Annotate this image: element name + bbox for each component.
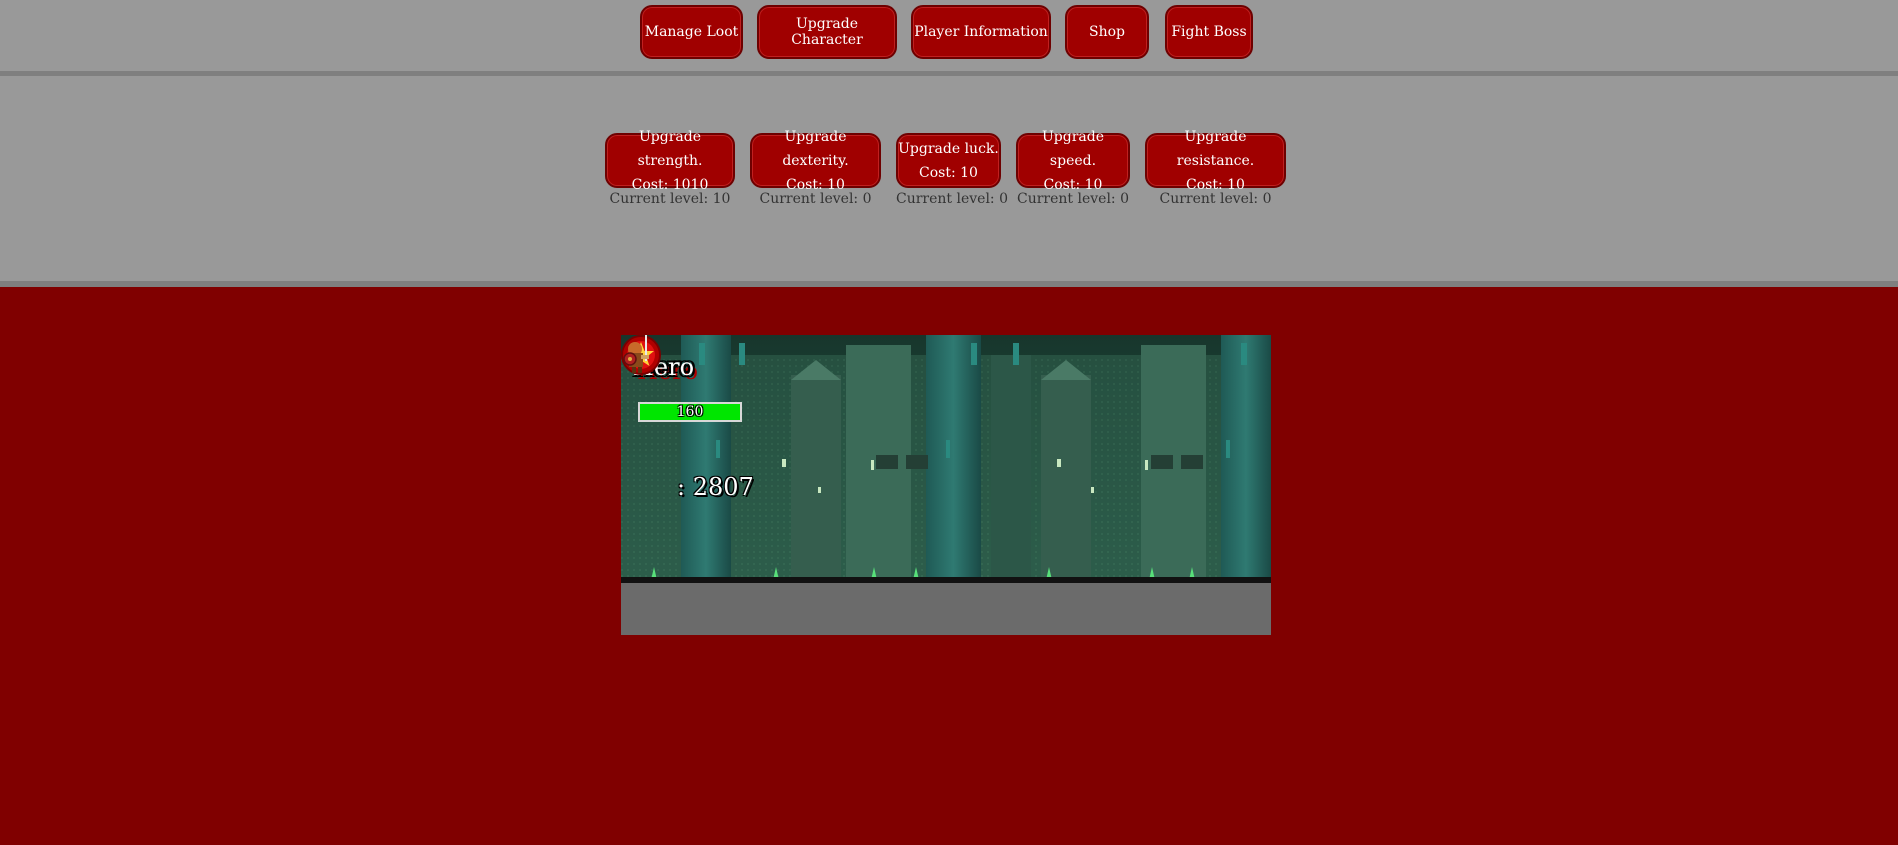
knight-sprite-icon xyxy=(623,335,649,373)
manage-loot-button[interactable]: Manage Loot xyxy=(640,5,743,59)
upgrade-strength: Upgrade strength. Cost: 1010 Current lev… xyxy=(605,129,735,207)
upgrade-cost: Cost: 10 xyxy=(1186,176,1245,193)
shop-button[interactable]: Shop xyxy=(1065,5,1149,59)
upgrade-character-button[interactable]: Upgrade Character xyxy=(757,5,897,59)
upgrade-speed-button[interactable]: Upgrade speed. Cost: 10 xyxy=(1016,129,1130,193)
upgrade-speed: Upgrade speed. Cost: 10 Current level: 0 xyxy=(1016,129,1130,207)
upgrade-luck-button[interactable]: Upgrade luck. Cost: 10 xyxy=(896,133,1001,188)
game-canvas[interactable]: Hero 160 : 2807 xyxy=(621,335,1271,635)
player-information-button[interactable]: Player Information xyxy=(911,5,1051,59)
upgrade-panel: Upgrade strength. Cost: 1010 Current lev… xyxy=(0,76,1898,287)
upgrade-resistance: Upgrade resistance. Cost: 10 Current lev… xyxy=(1145,129,1286,207)
upgrade-luck: Upgrade luck. Cost: 10 Current level: 0 xyxy=(896,133,1008,207)
upgrade-dexterity: Upgrade dexterity. Cost: 10 Current leve… xyxy=(750,129,881,207)
upgrade-title: Upgrade speed. xyxy=(1041,128,1104,169)
top-nav: Manage Loot Upgrade Character Player Inf… xyxy=(0,0,1898,76)
upgrade-title: Upgrade resistance. xyxy=(1176,128,1255,169)
upgrade-title: Upgrade luck. xyxy=(898,140,999,157)
upgrade-level: Current level: 0 xyxy=(896,191,1008,207)
upgrade-cost: Cost: 10 xyxy=(786,176,845,193)
fight-boss-button[interactable]: Fight Boss xyxy=(1165,5,1253,59)
upgrade-cost: Cost: 10 xyxy=(919,164,978,181)
upgrade-cost: Cost: 10 xyxy=(1043,176,1103,193)
health-value: 160 xyxy=(676,404,704,420)
upgrade-cost: Cost: 1010 xyxy=(631,176,709,193)
upgrade-resistance-button[interactable]: Upgrade resistance. Cost: 10 xyxy=(1145,129,1286,193)
gold-amount: : 2807 xyxy=(677,473,754,501)
upgrade-title: Upgrade dexterity. xyxy=(782,128,849,169)
upgrade-dexterity-button[interactable]: Upgrade dexterity. Cost: 10 xyxy=(750,129,881,193)
upgrade-title: Upgrade strength. xyxy=(637,128,703,169)
health-bar: 160 xyxy=(638,402,742,422)
upgrade-strength-button[interactable]: Upgrade strength. Cost: 1010 xyxy=(605,129,735,193)
